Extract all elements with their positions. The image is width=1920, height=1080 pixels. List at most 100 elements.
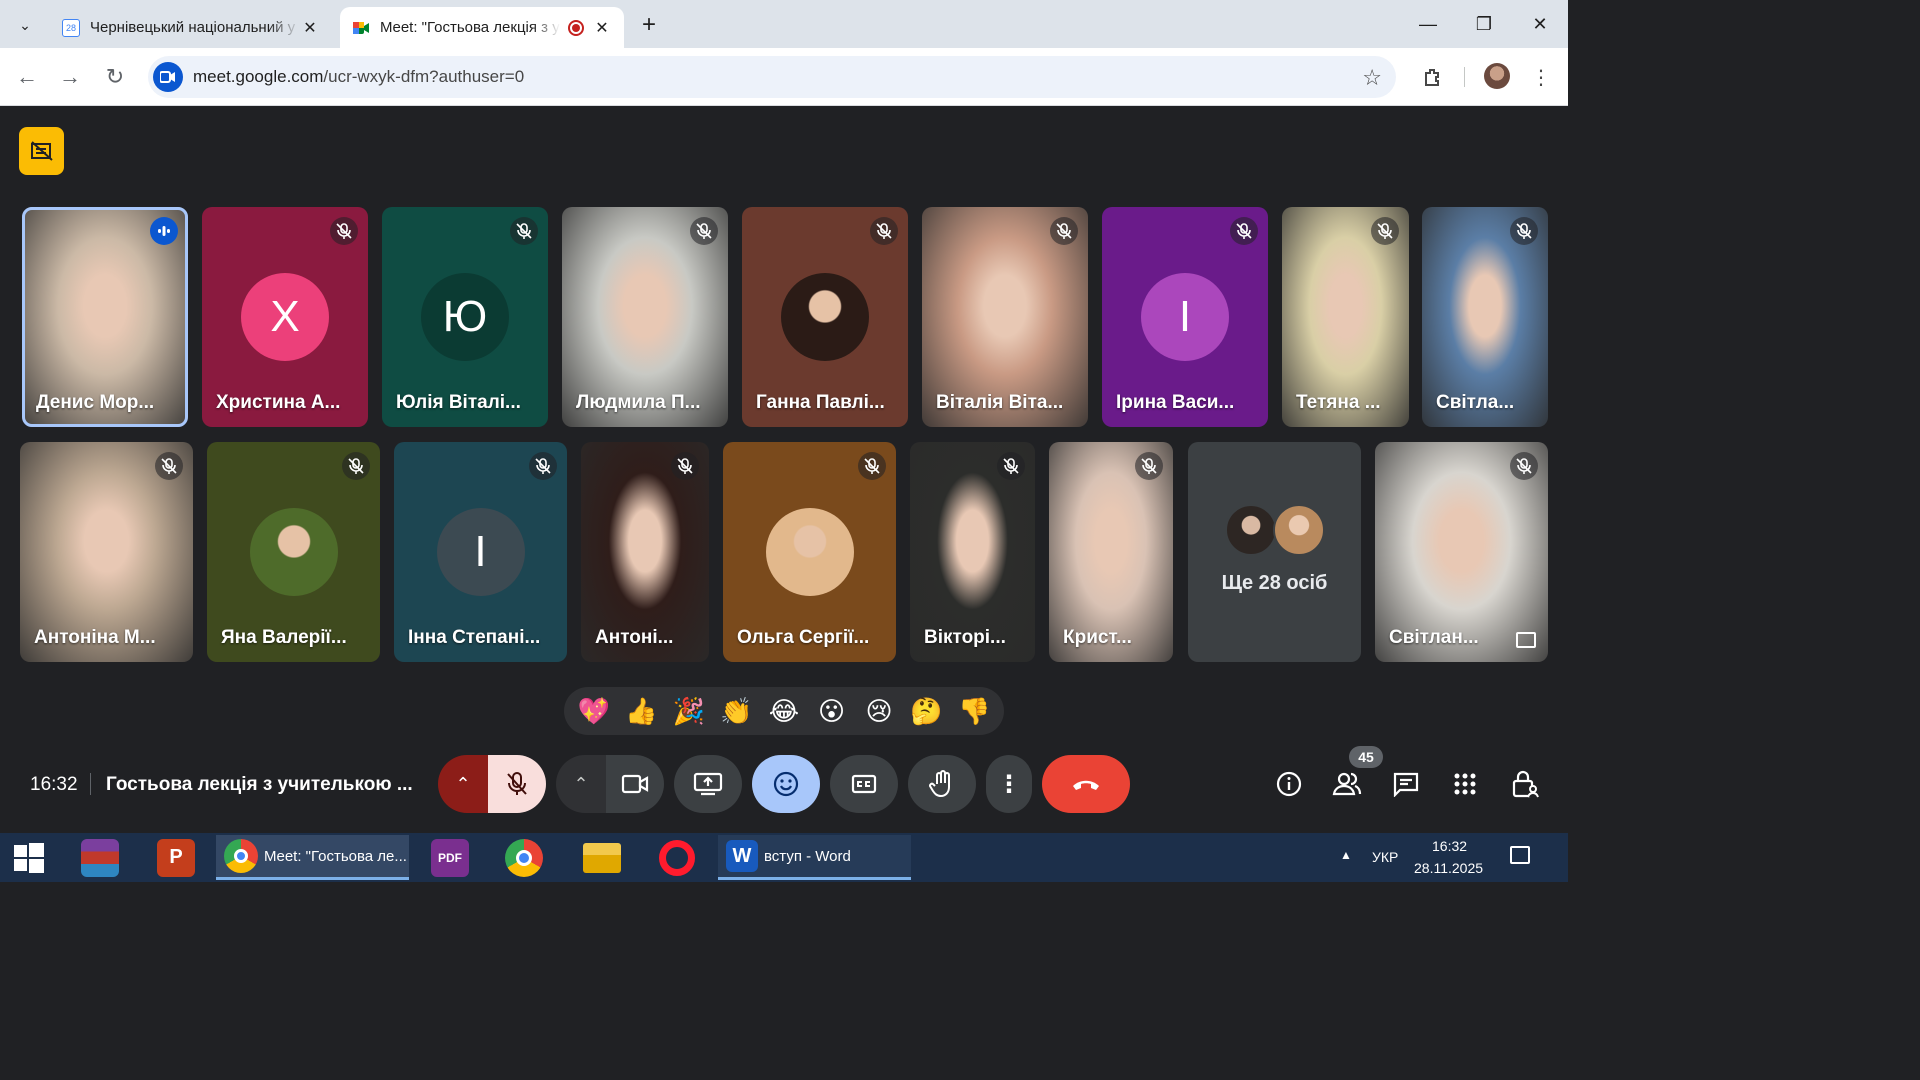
profile-avatar[interactable] [1484,63,1510,89]
browser-menu-icon[interactable]: ⋮ [1527,63,1555,91]
close-window-button[interactable]: ✕ [1520,10,1560,38]
leave-call-button[interactable] [1042,755,1130,813]
participant-name: Ірина Васи... [1116,392,1235,413]
tray-expand-icon[interactable]: ▲ [1340,848,1352,862]
close-tab-icon[interactable]: ✕ [592,18,612,38]
tab-meet[interactable]: Meet: "Гостьова лекція з у ✕ [340,7,624,48]
participant-tile[interactable]: Ю Юлія Віталі... [382,207,548,427]
input-language[interactable]: УКР [1372,849,1398,865]
participant-name: Світла... [1436,392,1515,413]
participant-tile[interactable]: І Інна Степані... [394,442,567,662]
people-count-badge: 45 [1349,746,1383,768]
emoji-icon [773,771,799,797]
restore-button[interactable]: ❐ [1464,10,1504,38]
tab-chnu[interactable]: 28 Чернівецький національний у ✕ [50,7,332,48]
mic-off-icon [342,452,370,480]
mic-off-icon [1230,217,1258,245]
participant-tile[interactable]: Крист... [1049,442,1173,662]
participant-tile[interactable]: Антоні... [581,442,709,662]
reaction-emoji-button[interactable]: 💖 [574,691,614,731]
tab-search-button[interactable]: ⌄ [8,9,42,41]
opera-icon [659,839,695,876]
participant-tile[interactable]: Світлан... [1375,442,1548,662]
participant-tile[interactable]: Вікторі... [910,442,1035,662]
participant-tile[interactable]: Людмила П... [562,207,728,427]
taskbar-opera[interactable] [655,835,699,880]
meeting-title[interactable]: Гостьова лекція з учителькою ... [106,774,413,796]
participant-tile[interactable]: Тетяна ... [1282,207,1409,427]
captions-button[interactable] [830,755,898,813]
close-tab-icon[interactable]: ✕ [300,18,320,38]
meeting-clock: 16:32 [30,774,78,795]
taskbar-pdf[interactable]: PDF [428,835,472,880]
participant-name: Тетяна ... [1296,392,1381,413]
minimize-button[interactable]: — [1408,10,1448,38]
reaction-emoji-button[interactable]: 👎 [954,691,994,731]
participant-tile[interactable]: Ганна Павлі... [742,207,908,427]
taskbar-winrar[interactable] [78,835,122,880]
notifications-icon[interactable] [1510,846,1530,864]
reaction-emoji-button[interactable]: 😮 [812,691,852,731]
reaction-emoji-button[interactable]: 😢 [859,691,899,731]
raise-hand-button[interactable] [908,755,976,813]
arrow-right-icon: → [59,64,81,89]
restore-icon: ❐ [1475,13,1493,34]
participant-tile[interactable]: І Ірина Васи... [1102,207,1268,427]
reaction-emoji-button[interactable]: 🤔 [907,691,947,731]
taskbar-word[interactable]: W вступ - Word [718,835,911,880]
participant-tile[interactable]: Яна Валерії... [207,442,380,662]
participant-tile[interactable]: Денис Мор... [22,207,188,427]
reaction-emoji-button[interactable]: 👏 [716,691,756,731]
recording-icon [568,19,584,36]
taskbar-chrome-meet[interactable]: Meet: "Гостьова ле... [216,835,409,880]
camera-toggle-button[interactable] [606,755,664,813]
forward-button[interactable]: → [56,63,84,91]
taskbar-chrome[interactable] [502,835,546,880]
meeting-details-button[interactable] [1272,767,1306,801]
participant-initial-avatar: Ю [421,273,509,361]
more-vert-icon: ⋮ [997,770,1021,798]
participant-name: Антоні... [595,627,674,648]
tray-clock-time[interactable]: 16:32 [1432,838,1467,854]
reaction-emoji-button[interactable]: 👍 [621,691,661,731]
participant-photo-avatar [1224,504,1277,556]
more-options-button[interactable]: ⋮ [986,755,1032,813]
chat-button[interactable] [1389,767,1423,801]
microphone-toggle-button[interactable] [488,755,546,813]
taskbar-powerpoint[interactable]: P [154,835,198,880]
people-icon [1332,772,1362,796]
tray-clock-date[interactable]: 28.11.2025 [1414,860,1483,876]
present-screen-button[interactable] [674,755,742,813]
reload-button[interactable]: ↻ [101,63,129,91]
participant-initial-avatar: Х [241,273,329,361]
emoji-reactions-button[interactable] [752,755,820,813]
participant-tile[interactable]: Світла... [1422,207,1548,427]
participant-tile[interactable]: Х Христина А... [202,207,368,427]
picture-in-picture-icon[interactable] [1516,632,1536,648]
participant-initial-avatar: І [1141,273,1229,361]
participant-tile[interactable]: Ольга Сергії... [723,442,896,662]
back-button[interactable]: ← [13,63,41,91]
participant-tile[interactable]: Антоніна М... [20,442,193,662]
video-options-button[interactable]: ⌃ [556,755,606,813]
bookmark-star-icon[interactable]: ☆ [1362,65,1382,91]
mic-off-icon [1510,452,1538,480]
start-button[interactable] [6,835,52,880]
taskbar-file-explorer[interactable] [580,835,624,880]
people-button[interactable] [1330,767,1364,801]
site-info-icon[interactable] [153,62,183,92]
no-camera-notice-icon[interactable] [19,127,64,175]
host-controls-button[interactable] [1508,767,1542,801]
participant-name: Ольга Сергії... [737,627,870,648]
activities-button[interactable] [1448,767,1482,801]
reaction-emoji-button[interactable]: 😂 [764,691,804,731]
audio-options-button[interactable]: ⌃ [438,755,488,813]
address-bar[interactable]: meet.google.com/ucr-wxyk-dfm?authuser=0 … [148,56,1396,98]
participant-tile[interactable]: Віталія Віта... [922,207,1088,427]
reaction-emoji-button[interactable]: 🎉 [669,691,709,731]
mic-off-icon [155,452,183,480]
more-participants-tile[interactable]: Ще 28 осіб [1188,442,1361,662]
extensions-icon[interactable] [1419,63,1447,91]
new-tab-button[interactable]: + [636,11,662,38]
participant-name: Яна Валерії... [221,627,347,648]
